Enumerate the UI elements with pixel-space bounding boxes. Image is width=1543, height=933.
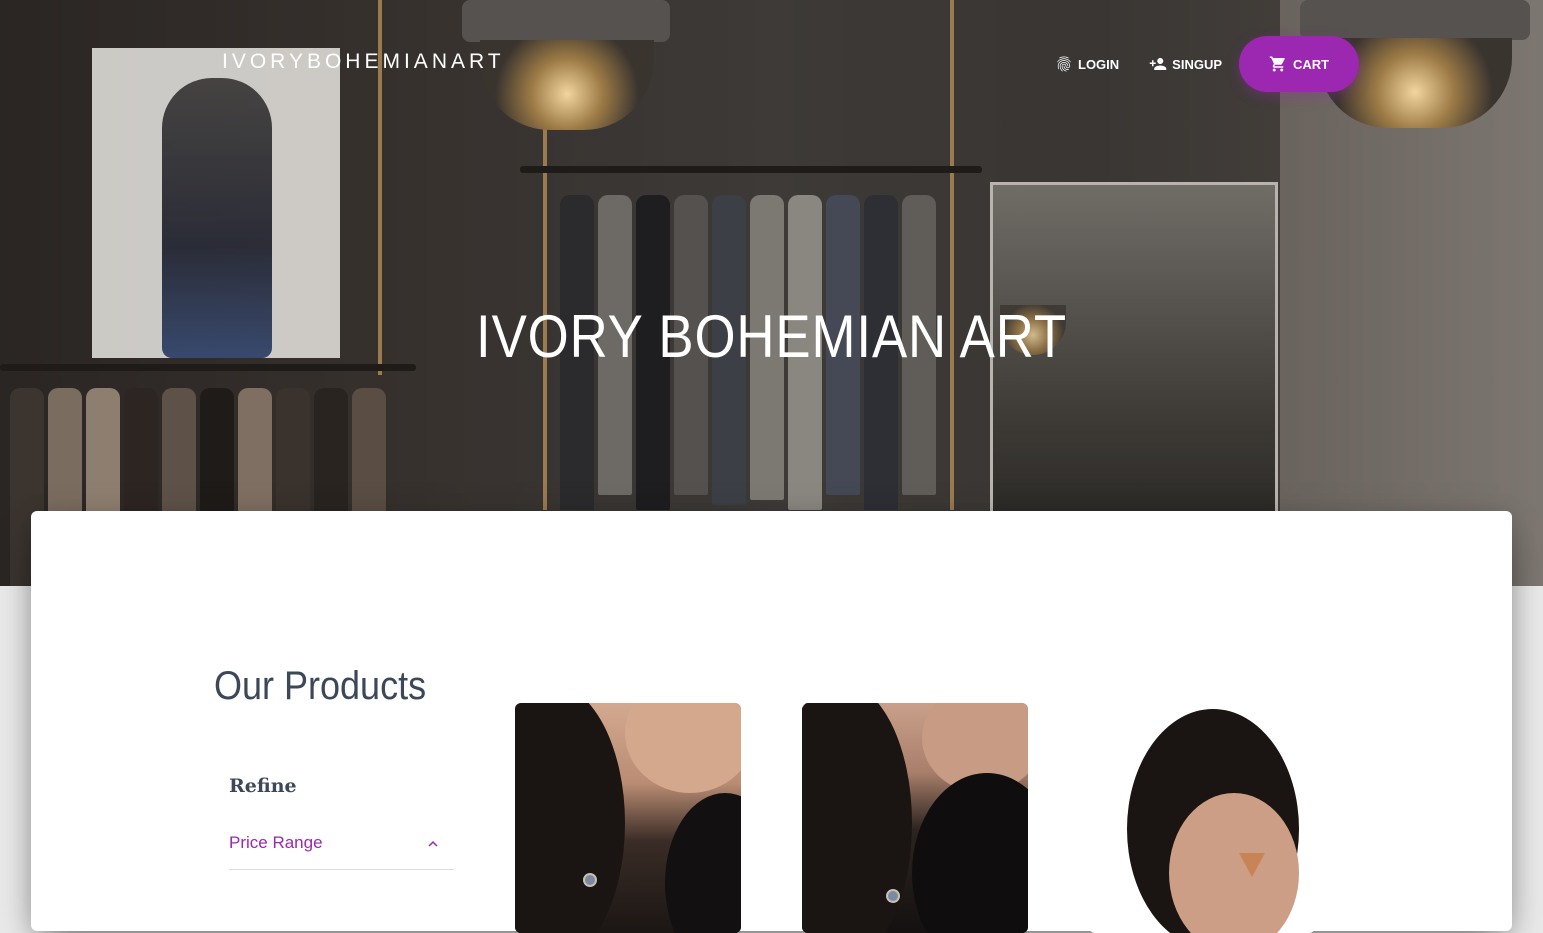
fingerprint-icon bbox=[1057, 56, 1071, 72]
price-range-label: Price Range bbox=[229, 833, 323, 852]
person-add-icon bbox=[1149, 58, 1167, 70]
cart-label: CART bbox=[1293, 56, 1330, 72]
top-nav: LOGIN SINGUP CART bbox=[1040, 36, 1360, 92]
login-label: LOGIN bbox=[1078, 56, 1120, 72]
product-card-2[interactable] bbox=[802, 703, 1028, 933]
refine-heading: Refine bbox=[229, 775, 297, 797]
product-card-1[interactable] bbox=[515, 703, 741, 933]
signup-link[interactable]: SINGUP bbox=[1134, 37, 1237, 91]
signup-label: SINGUP bbox=[1172, 56, 1223, 72]
price-range-toggle[interactable]: Price Range bbox=[229, 833, 454, 870]
cart-button[interactable]: CART bbox=[1239, 36, 1360, 92]
shopping-cart-icon bbox=[1269, 56, 1285, 72]
product-card-3[interactable] bbox=[1089, 703, 1315, 933]
brand-logo[interactable]: IVORYBOHEMIANART bbox=[222, 50, 505, 74]
hero-section: IVORYBOHEMIANART LOGIN SINGUP CART IVORY… bbox=[0, 0, 1543, 586]
login-link[interactable]: LOGIN bbox=[1040, 37, 1134, 91]
section-title: Our Products bbox=[214, 664, 427, 709]
hero-title: IVORY BOHEMIAN ART bbox=[476, 303, 1067, 371]
chevron-up-icon bbox=[428, 841, 438, 847]
products-card: Our Products Refine Price Range bbox=[31, 511, 1512, 933]
